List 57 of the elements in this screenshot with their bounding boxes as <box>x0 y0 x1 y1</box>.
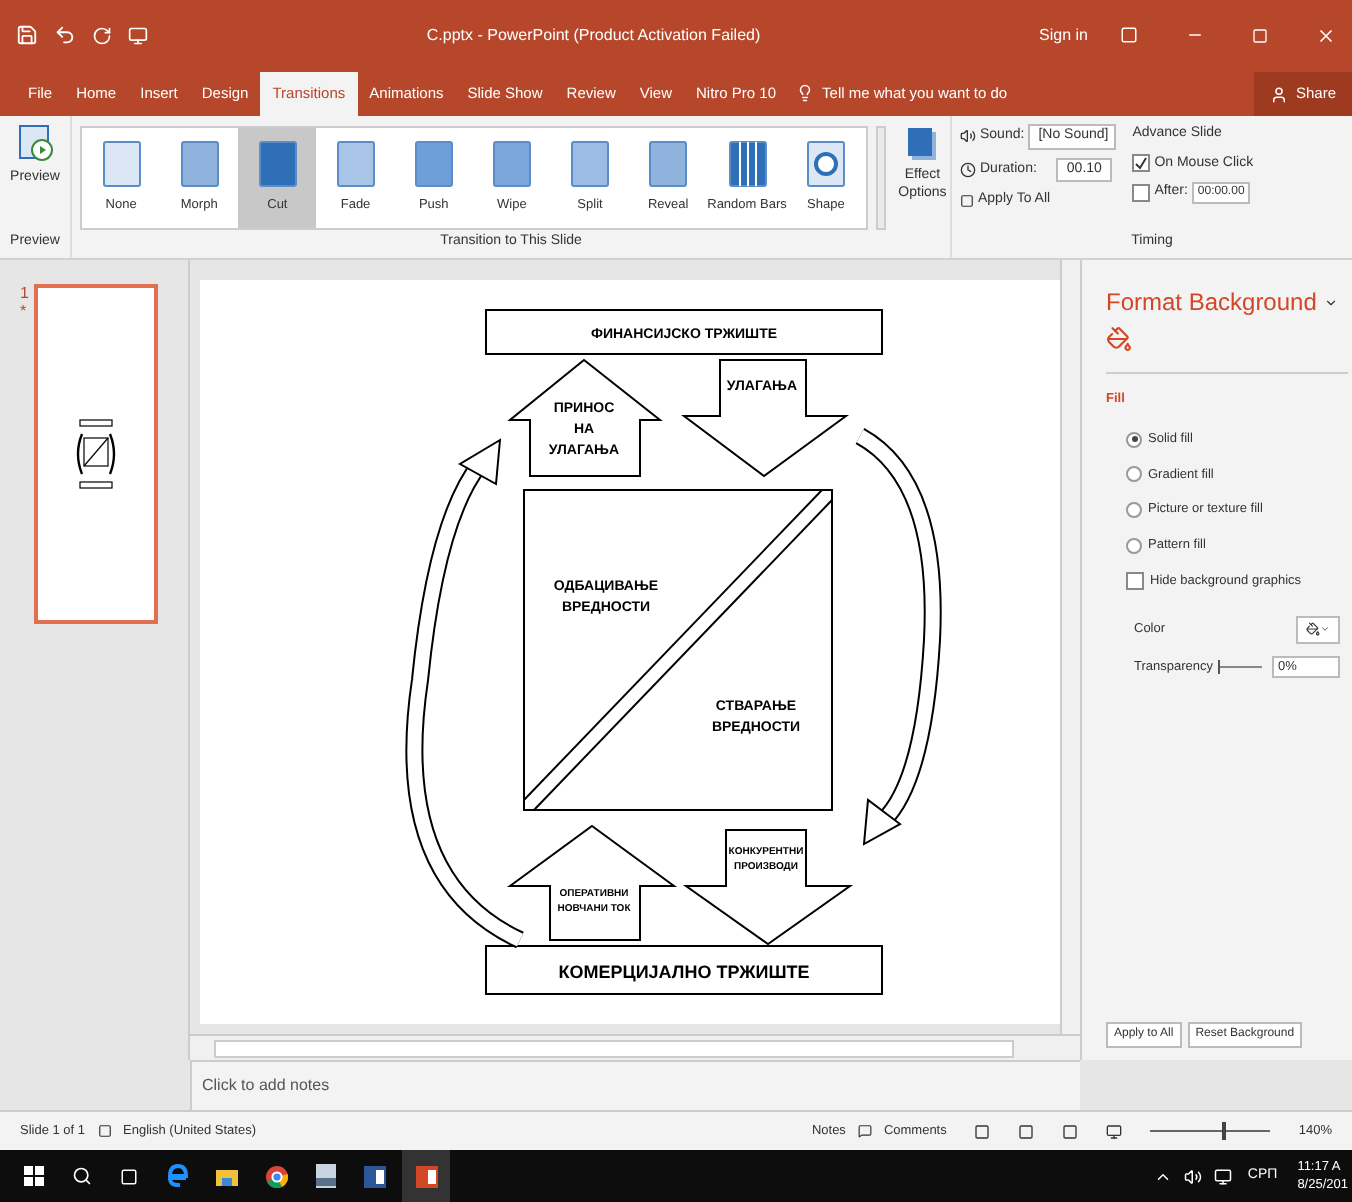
gallery-scrollbar[interactable] <box>875 126 887 230</box>
search-icon[interactable] <box>72 1166 92 1186</box>
checkbox[interactable] <box>1132 184 1151 202</box>
lightbulb-icon <box>796 84 815 102</box>
volume-icon[interactable] <box>1183 1167 1202 1185</box>
radio-button[interactable] <box>1126 502 1142 519</box>
transition-icon <box>648 140 689 189</box>
window-title: C.pptx - PowerPoint (Product Activation Failed) <box>424 23 763 47</box>
horizontal-scrollbar[interactable] <box>190 1034 1080 1060</box>
close-icon[interactable] <box>1316 25 1336 45</box>
slide-thumbnail[interactable] <box>34 284 159 624</box>
windows-icon[interactable] <box>24 1166 44 1186</box>
box-label: КОМЕРЦИЈАЛНО ТРЖИШТЕ <box>558 962 810 982</box>
thumbnail-diagram-icon <box>74 418 119 490</box>
speaker-icon <box>960 128 976 145</box>
star-mark: * <box>20 302 29 320</box>
transition-icon <box>413 140 454 189</box>
radio-button[interactable] <box>1126 431 1142 448</box>
folder-icon[interactable] <box>216 1166 238 1186</box>
person-icon <box>1269 85 1288 103</box>
undo-icon[interactable] <box>54 24 76 46</box>
paint-bucket-icon <box>1306 622 1320 636</box>
redo-icon[interactable] <box>92 25 112 45</box>
vertical-scrollbar[interactable] <box>1060 260 1080 1034</box>
pane-menu-icon[interactable] <box>1324 295 1339 309</box>
transition-icon <box>179 140 220 189</box>
effect-icon <box>906 126 939 162</box>
checkbox[interactable] <box>1132 154 1151 173</box>
transition-icon <box>335 140 376 189</box>
save-icon[interactable] <box>16 24 38 46</box>
chrome-icon[interactable] <box>266 1165 288 1187</box>
caret-icon <box>1320 624 1330 634</box>
zoom-thumb[interactable] <box>1222 1122 1227 1140</box>
transition-icon <box>101 140 142 189</box>
radio-button[interactable] <box>1126 537 1142 554</box>
sign-in-link[interactable]: Sign in <box>1039 23 1088 47</box>
preview-icon <box>17 124 53 164</box>
slideshow-icon[interactable] <box>128 25 148 45</box>
color-picker-button[interactable] <box>1296 615 1340 643</box>
pane-title: Format Background <box>1106 286 1317 320</box>
network-icon[interactable] <box>1213 1167 1232 1185</box>
transition-icon <box>570 140 610 189</box>
browser-icon[interactable] <box>166 1164 188 1188</box>
transition-icon <box>727 140 767 189</box>
transition-icon <box>491 140 532 189</box>
radio-button[interactable] <box>1126 466 1142 483</box>
slide-number: 1 <box>20 284 29 302</box>
transition-icon <box>257 140 298 189</box>
clock-icon <box>960 161 976 178</box>
taskbar-item-active[interactable] <box>402 1150 450 1202</box>
checkbox[interactable] <box>1126 572 1144 591</box>
comment-icon <box>857 1124 872 1138</box>
document-icon[interactable] <box>316 1164 336 1188</box>
notes-field[interactable]: Click to add notes <box>190 1060 1080 1110</box>
slideshow-icon[interactable] <box>1106 1123 1123 1139</box>
paint-bucket-icon[interactable] <box>1106 326 1132 352</box>
transition-icon <box>805 140 846 189</box>
